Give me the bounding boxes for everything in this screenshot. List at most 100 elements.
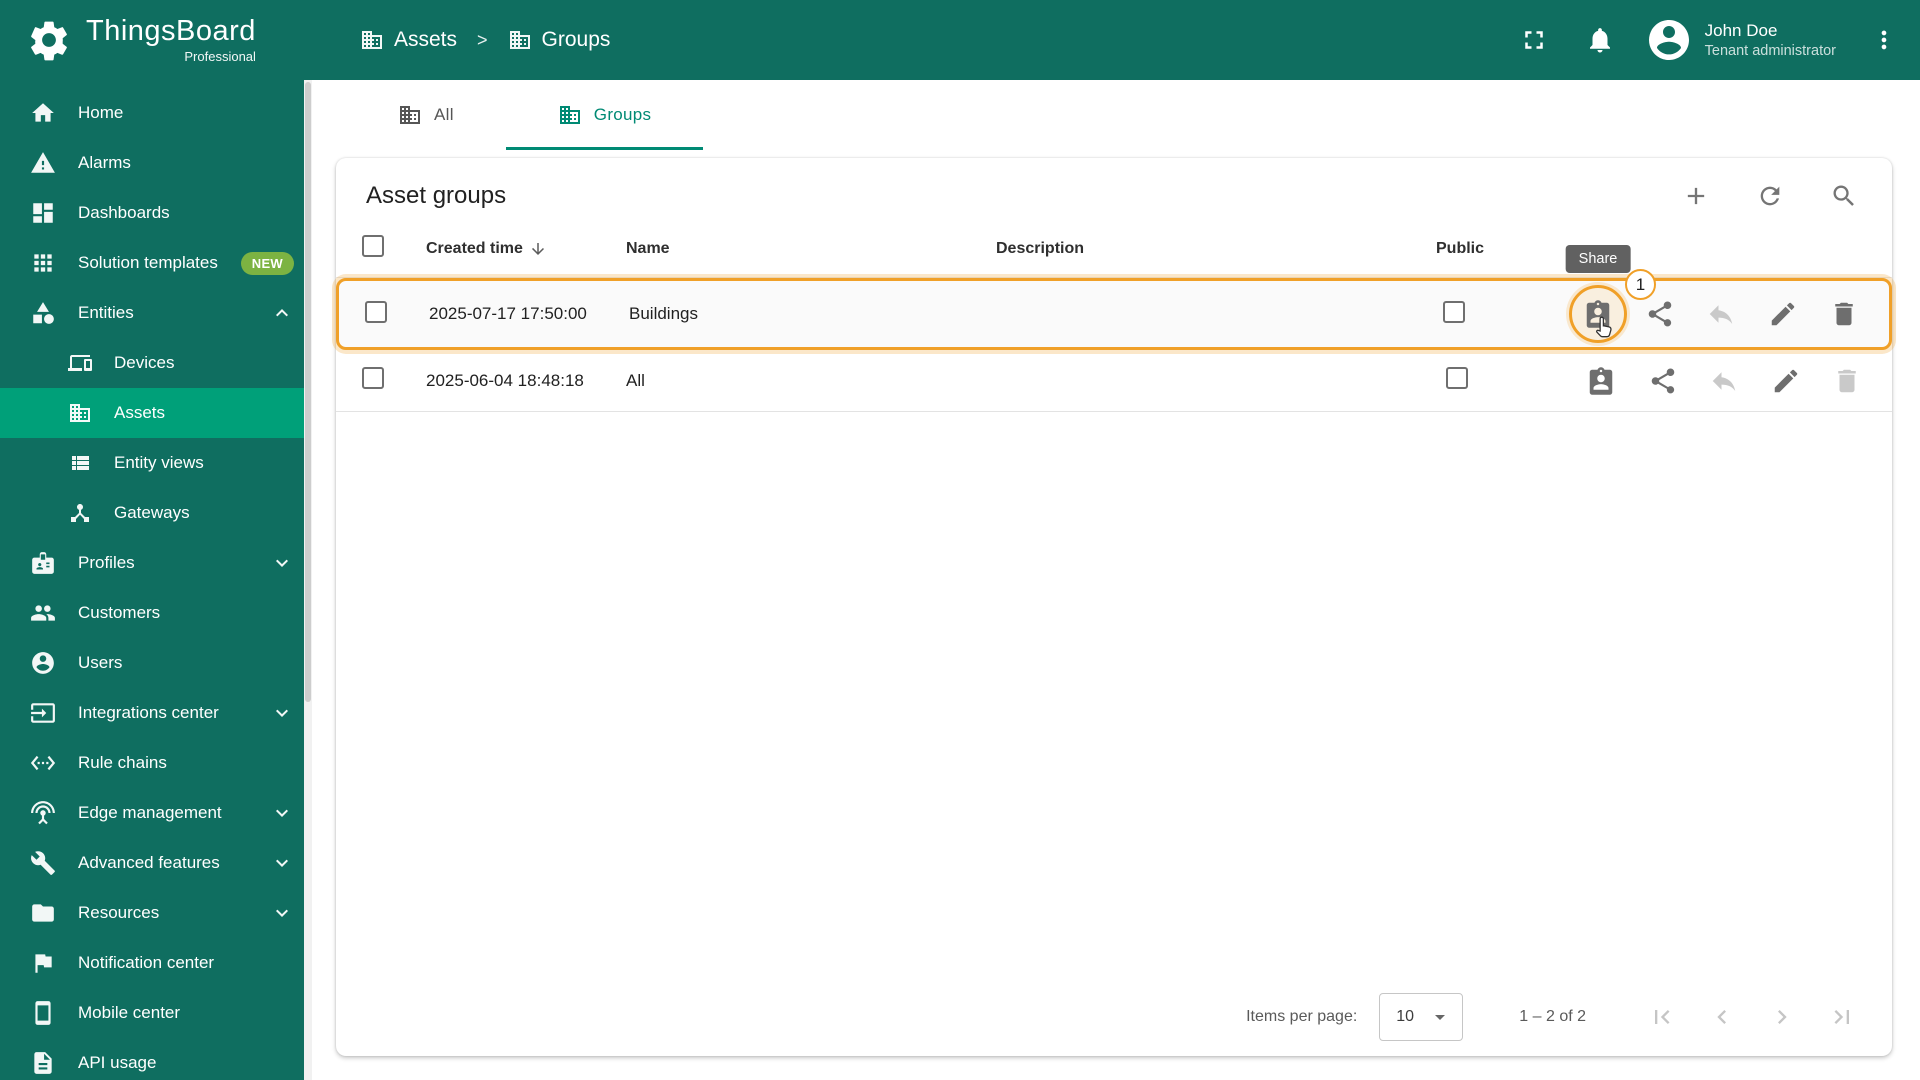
manage-group-users-button[interactable] — [1586, 366, 1616, 396]
share-button[interactable] — [1645, 299, 1675, 329]
sidebar-item-entity-views[interactable]: Entity views — [0, 438, 312, 488]
cell-created-time: 2025-07-17 17:50:00 — [429, 304, 587, 323]
next-page-button — [1768, 1003, 1796, 1031]
sidebar-item-edge-management[interactable]: Edge management — [0, 788, 312, 838]
column-header-public[interactable]: Public — [1436, 240, 1586, 258]
sidebar-item-label: Assets — [114, 403, 166, 422]
building-icon — [68, 401, 92, 425]
sidebar-item-mobile-center[interactable]: Mobile center — [0, 988, 312, 1038]
warning-icon — [30, 150, 56, 176]
sidebar-item-notification-center[interactable]: Notification center — [0, 938, 312, 988]
sidebar-nav: Home Alarms Dashboards Solution template… — [0, 80, 312, 1080]
previous-page-button — [1708, 1003, 1736, 1031]
sidebar-item-label: Home — [78, 103, 124, 122]
sidebar-item-label: Notification center — [78, 953, 215, 972]
flag-icon — [30, 950, 56, 976]
edit-button[interactable] — [1771, 366, 1801, 396]
tab-groups[interactable]: Groups — [505, 80, 704, 150]
sidebar-item-integrations-center[interactable]: Integrations center — [0, 688, 312, 738]
sidebar-scrollbar[interactable] — [304, 80, 312, 1080]
sidebar-item-label: Users — [78, 653, 123, 672]
items-per-page-value: 10 — [1396, 1008, 1415, 1025]
add-button[interactable] — [1682, 182, 1710, 210]
sidebar-item-api-usage[interactable]: API usage — [0, 1038, 312, 1080]
app-subtitle: Professional — [184, 49, 256, 64]
main-content: All Groups Asset groups Created time Nam… — [312, 80, 1920, 1080]
sidebar-item-label: Devices — [114, 353, 175, 372]
breadcrumb-item-assets[interactable]: Assets — [360, 28, 457, 52]
sidebar-item-label: Mobile center — [78, 1003, 181, 1022]
table-header: Created time Name Description Public — [336, 220, 1892, 278]
apps-grid-icon — [30, 250, 56, 276]
sidebar-item-users[interactable]: Users — [0, 638, 312, 688]
delete-button[interactable] — [1829, 299, 1859, 329]
sidebar-item-home[interactable]: Home — [0, 88, 312, 138]
sidebar-item-label: Entities — [78, 303, 134, 322]
page-title: Asset groups — [366, 182, 507, 209]
folder-icon — [30, 900, 56, 926]
ethernet-icon — [30, 750, 56, 776]
user-menu[interactable]: John Doe Tenant administrator — [1645, 16, 1836, 64]
refresh-button[interactable] — [1756, 182, 1784, 210]
fullscreen-button[interactable] — [1519, 25, 1549, 55]
sidebar-item-label: API usage — [78, 1053, 157, 1072]
items-per-page-select[interactable]: 10 — [1379, 993, 1464, 1041]
breadcrumb-label: Assets — [394, 28, 458, 51]
sidebar-item-label: Gateways — [114, 503, 190, 522]
top-bar: ThingsBoard Professional Assets > Groups — [0, 0, 1920, 80]
sidebar-item-customers[interactable]: Customers — [0, 588, 312, 638]
sidebar-item-label: Customers — [78, 603, 161, 622]
sidebar-item-rule-chains[interactable]: Rule chains — [0, 738, 312, 788]
breadcrumb-item-groups[interactable]: Groups — [508, 28, 610, 52]
last-page-button — [1828, 1003, 1856, 1031]
sidebar-item-advanced-features[interactable]: Advanced features — [0, 838, 312, 888]
sidebar-item-assets[interactable]: Assets — [0, 388, 312, 438]
device-hub-icon — [68, 501, 92, 525]
share-button[interactable] — [1648, 366, 1678, 396]
items-per-page-label: Items per page: — [1246, 1008, 1358, 1025]
sidebar-item-devices[interactable]: Devices — [0, 338, 312, 388]
sidebar-item-label: Integrations center — [78, 703, 219, 722]
sidebar-item-label: Edge management — [78, 803, 222, 822]
row-checkbox[interactable] — [365, 300, 387, 323]
row-checkbox[interactable] — [362, 367, 384, 389]
share-tooltip: Share — [1565, 245, 1631, 273]
sidebar-item-profiles[interactable]: Profiles — [0, 538, 312, 588]
smartphone-icon — [30, 1000, 56, 1026]
delete-button — [1832, 366, 1862, 396]
breadcrumb-separator: > — [477, 29, 488, 50]
app-logo: ThingsBoard Professional — [0, 17, 312, 63]
sidebar-item-solution-templates[interactable]: Solution templates NEW — [0, 238, 312, 288]
sidebar-item-dashboards[interactable]: Dashboards — [0, 188, 312, 238]
tab-label: All — [434, 105, 454, 124]
table-row-all[interactable]: 2025-06-04 18:48:18 All — [336, 350, 1892, 412]
sidebar-item-resources[interactable]: Resources — [0, 888, 312, 938]
cursor-pointer-icon — [1592, 315, 1618, 341]
column-header-created-time[interactable]: Created time — [426, 240, 626, 258]
cell-name: All — [626, 370, 645, 390]
sidebar-scrollbar-thumb[interactable] — [305, 82, 311, 702]
breadcrumb: Assets > Groups — [360, 28, 610, 52]
select-all-checkbox[interactable] — [362, 235, 384, 257]
sidebar-item-label: Rule chains — [78, 753, 167, 772]
manage-group-users-button[interactable]: Share 1 — [1565, 245, 1656, 343]
search-button[interactable] — [1830, 182, 1858, 210]
asset-groups-card: Asset groups Created time Name Descripti… — [336, 158, 1892, 1056]
more-menu-button[interactable] — [1870, 26, 1898, 54]
edit-button[interactable] — [1768, 299, 1798, 329]
column-header-name[interactable]: Name — [626, 240, 996, 258]
view-list-icon — [68, 451, 92, 475]
make-private-button — [1706, 299, 1736, 329]
table-row-buildings[interactable]: 2025-07-17 17:50:00 Buildings Share 1 — [336, 245, 1892, 350]
sidebar-item-entities[interactable]: Entities — [0, 288, 312, 338]
tab-all[interactable]: All — [346, 80, 506, 150]
chevron-up-icon — [270, 301, 294, 325]
public-checkbox — [1443, 300, 1465, 323]
document-icon — [30, 1050, 56, 1076]
column-header-description[interactable]: Description — [996, 240, 1436, 258]
sidebar-item-gateways[interactable]: Gateways — [0, 488, 312, 538]
sidebar-item-label: Resources — [78, 903, 160, 922]
notifications-button[interactable] — [1585, 25, 1615, 55]
sidebar-item-alarms[interactable]: Alarms — [0, 138, 312, 188]
building-icon — [508, 28, 532, 52]
